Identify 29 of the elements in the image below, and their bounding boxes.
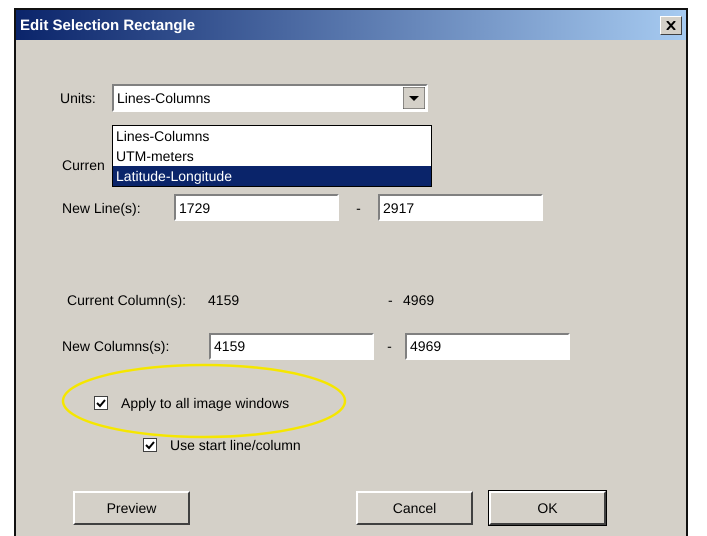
new-lines-label: New Line(s):	[62, 200, 142, 216]
new-column-start-field[interactable]: 4159	[209, 332, 374, 360]
new-line-end-field[interactable]: 2917	[378, 194, 543, 221]
range-dash: -	[388, 292, 394, 308]
dialog-button[interactable]: Cancel	[356, 491, 473, 525]
dropdown-option[interactable]: UTM-meters	[113, 146, 431, 166]
dropdown-option[interactable]: Latitude-Longitude	[113, 166, 431, 186]
window-title: Edit Selection Rectangle	[20, 16, 196, 34]
close-icon	[666, 20, 676, 30]
checkbox[interactable]	[143, 438, 157, 452]
new-line-start-field[interactable]: 1729	[174, 194, 339, 221]
new-column-end-field[interactable]: 4969	[405, 332, 570, 360]
current-column-start: 4159	[208, 292, 240, 308]
new-columns-label: New Columns(s):	[62, 338, 170, 354]
current-lines-label: Curren	[62, 157, 105, 173]
dropdown-option[interactable]: Lines-Columns	[113, 126, 431, 146]
checkbox-label: Apply to all image windows	[121, 395, 290, 411]
current-column-end: 4969	[403, 292, 434, 308]
caret-icon	[403, 87, 425, 109]
range-dash: -	[355, 200, 362, 216]
units-label: Units:	[60, 90, 97, 106]
current-columns-label: Current Column(s):	[67, 292, 188, 308]
units-dropdown[interactable]: Lines-Columns	[112, 84, 428, 112]
dialog-button[interactable]: OK	[489, 491, 606, 525]
checkbox-label: Use start line/column	[170, 437, 301, 453]
checkbox[interactable]	[94, 396, 108, 410]
close-button[interactable]	[660, 16, 682, 34]
dialog-button[interactable]: Preview	[73, 491, 190, 525]
range-dash: -	[386, 338, 393, 354]
